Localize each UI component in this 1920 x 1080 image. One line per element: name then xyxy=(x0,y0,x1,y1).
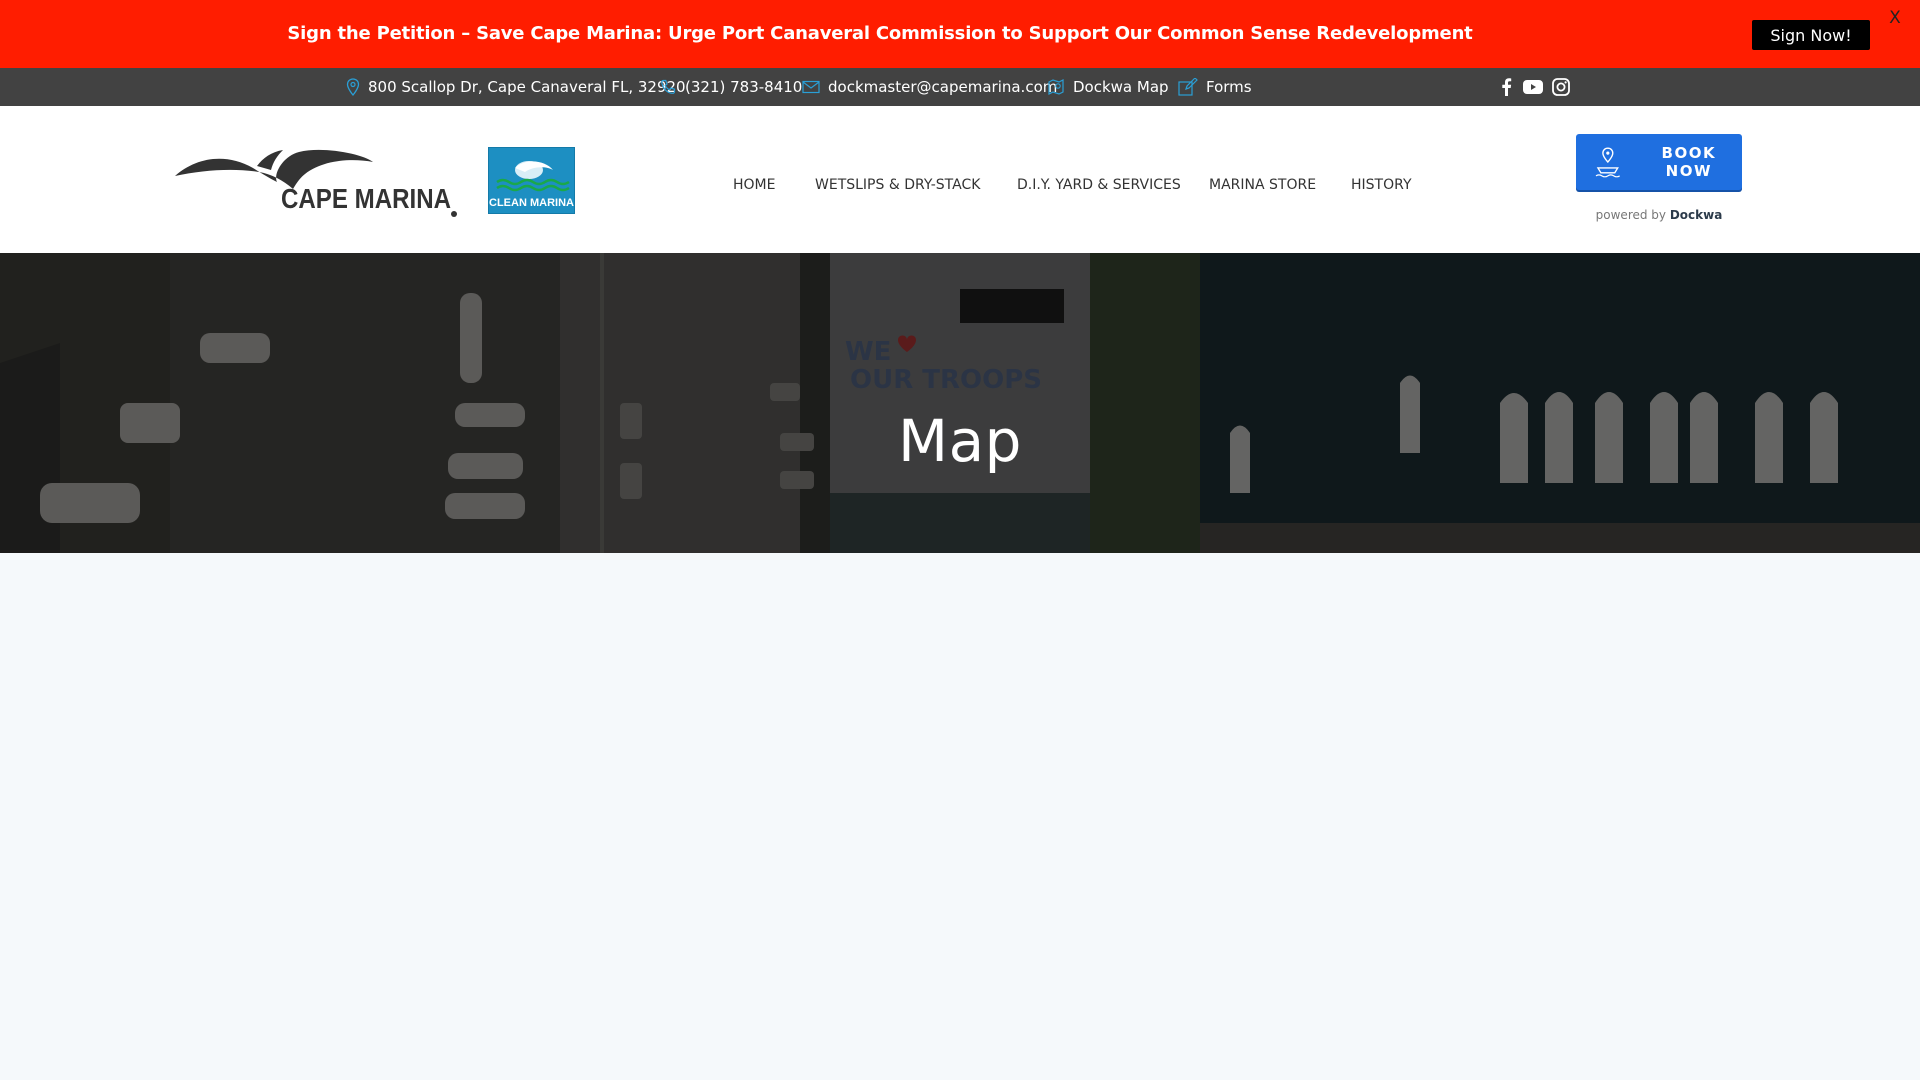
hero-banner: WE OUR TROOPS Map xyxy=(0,253,1920,553)
announcement-text: Sign the Petition – Save Cape Marina: Ur… xyxy=(287,23,1473,44)
map-icon xyxy=(1048,79,1064,95)
email-text: dockmaster@capemarina.com xyxy=(828,78,1058,96)
logo-text: CAPE MARINA xyxy=(281,183,451,214)
powered-brand: Dockwa xyxy=(1669,208,1723,222)
envelope-icon xyxy=(802,80,820,94)
sign-now-button[interactable]: Sign Now! xyxy=(1752,20,1870,50)
phone-text: (321) 783-8410 xyxy=(685,78,803,96)
main-content xyxy=(0,553,1920,1080)
forms-link[interactable]: Forms xyxy=(1178,68,1252,106)
aerial-marina-photo: WE OUR TROOPS xyxy=(0,253,1920,553)
facebook-icon[interactable] xyxy=(1496,77,1516,97)
youtube-icon[interactable] xyxy=(1523,77,1543,97)
clean-marina-logo[interactable]: CLEAN MARINA xyxy=(488,147,575,214)
book-now-button[interactable]: BOOK NOW xyxy=(1576,134,1742,190)
dockwa-map-link[interactable]: Dockwa Map xyxy=(1047,68,1169,106)
nav-home[interactable]: HOME xyxy=(733,166,775,204)
close-announcement-button[interactable]: X xyxy=(1887,8,1903,28)
powered-by-dockwa[interactable]: powered by Dockwa xyxy=(1576,208,1742,222)
forms-text: Forms xyxy=(1206,78,1252,96)
book-now-label: BOOK NOW xyxy=(1661,144,1717,180)
phone-item[interactable]: (321) 783-8410 xyxy=(660,68,802,106)
nav-marina-store[interactable]: MARINA STORE xyxy=(1209,166,1316,204)
dockwa-map-text: Dockwa Map xyxy=(1073,78,1169,96)
nav-history[interactable]: HISTORY xyxy=(1351,166,1412,204)
site-header: CAPE MARINA CLEAN MARINA HOME WETSLIPS &… xyxy=(0,106,1920,253)
address-item[interactable]: 800 Scallop Dr, Cape Canaveral FL, 32920 xyxy=(346,68,686,106)
address-text: 800 Scallop Dr, Cape Canaveral FL, 32920 xyxy=(368,78,686,96)
boat-pin-icon xyxy=(1595,147,1621,178)
powered-prefix: powered by xyxy=(1595,208,1667,222)
map-pin-icon xyxy=(346,78,360,96)
page-title: Map xyxy=(898,406,1022,475)
phone-icon xyxy=(661,79,676,94)
email-item[interactable]: dockmaster@capemarina.com xyxy=(802,68,1057,106)
top-info-bar: 800 Scallop Dr, Cape Canaveral FL, 32920… xyxy=(0,68,1920,106)
instagram-icon[interactable] xyxy=(1551,77,1571,97)
announcement-bar: Sign the Petition – Save Cape Marina: Ur… xyxy=(0,0,1920,68)
edit-icon xyxy=(1178,78,1198,96)
nav-diy-yard[interactable]: D.I.Y. YARD & SERVICES xyxy=(1017,166,1181,204)
nav-wetslips[interactable]: WETSLIPS & DRY-STACK xyxy=(815,166,980,204)
clean-marina-text: CLEAN MARINA xyxy=(489,197,574,209)
cape-marina-logo[interactable]: CAPE MARINA xyxy=(173,144,458,222)
